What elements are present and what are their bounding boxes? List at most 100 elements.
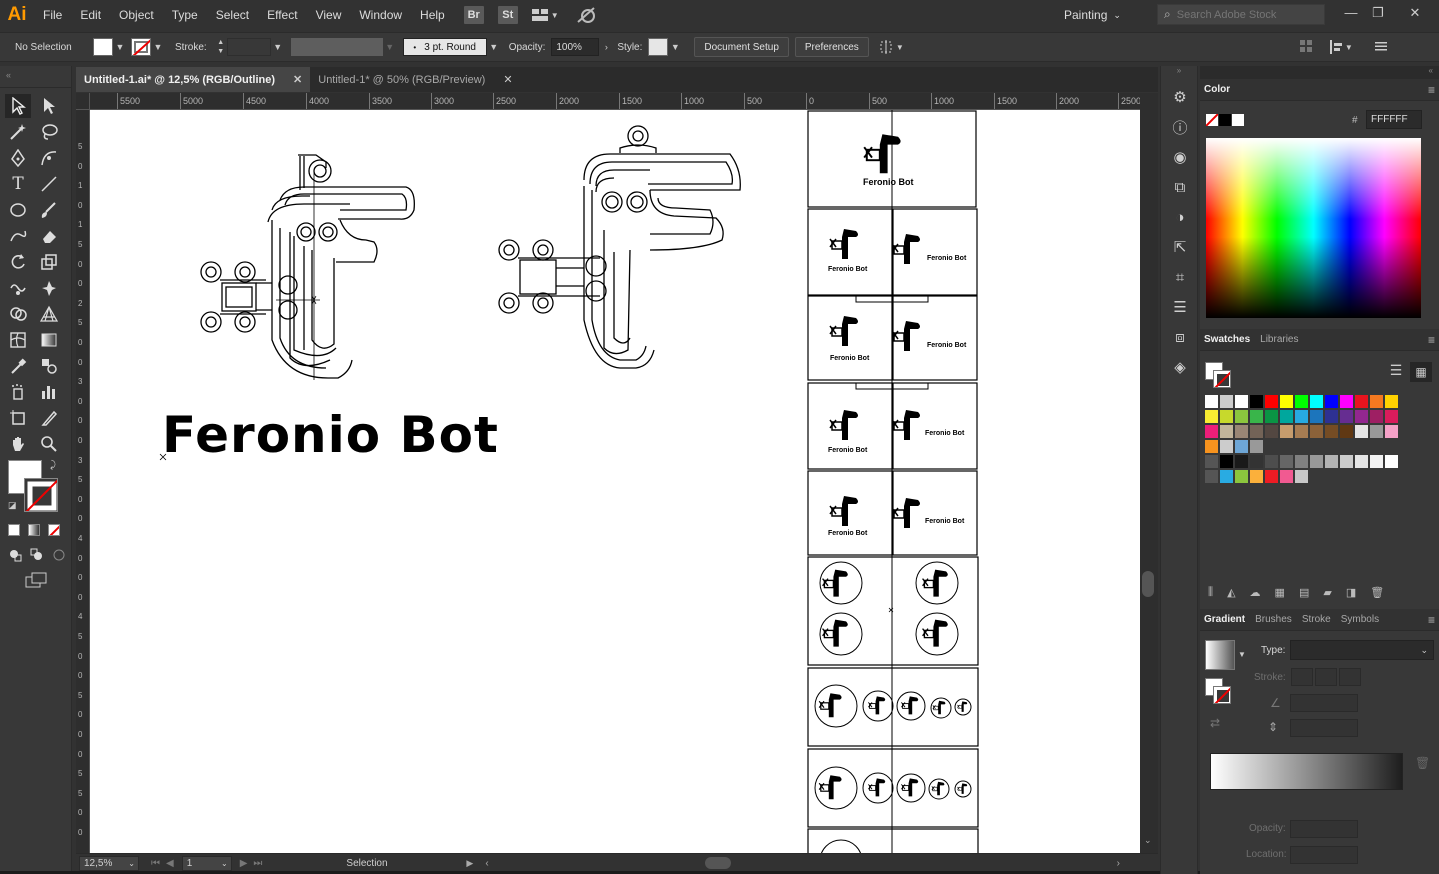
gradient-location-field[interactable]: [1290, 846, 1358, 864]
vertical-ruler[interactable]: 5 0 1 0 1 5 0 0 2 5 0 0 3 0 0 0 3 5 0 0 4 0 0 0 4 5 0 0 5 0 0 0 5 5 0 0: [76, 110, 90, 853]
color-swatch[interactable]: [1310, 425, 1323, 438]
color-swatch[interactable]: [1205, 470, 1218, 483]
gradient-preview-swatch[interactable]: [1205, 640, 1235, 670]
color-swatch[interactable]: [1325, 425, 1338, 438]
shaper-tool-icon[interactable]: [5, 224, 31, 248]
gradient-tool-icon[interactable]: [36, 328, 62, 352]
menu-file[interactable]: File: [34, 0, 71, 30]
paintbrush-tool-icon[interactable]: [36, 198, 62, 222]
width-profile-dropdown-icon[interactable]: ▼: [383, 38, 397, 56]
default-fill-stroke-icon[interactable]: ◪: [8, 500, 17, 511]
color-swatch[interactable]: [1385, 410, 1398, 423]
chevron-down-icon[interactable]: ▼: [1238, 650, 1246, 659]
line-segment-tool-icon[interactable]: [36, 172, 62, 196]
color-swatch[interactable]: [1355, 425, 1368, 438]
color-swatch[interactable]: [1220, 470, 1233, 483]
panel-menu-icon[interactable]: ≡: [1428, 613, 1435, 627]
color-swatch[interactable]: [1250, 470, 1263, 483]
draw-behind-icon[interactable]: [30, 548, 44, 562]
tab-stroke[interactable]: Stroke: [1302, 614, 1331, 625]
color-swatch[interactable]: [1205, 395, 1218, 408]
toolbar-collapse-icon[interactable]: «: [0, 66, 71, 88]
tab-brushes[interactable]: Brushes: [1255, 614, 1292, 625]
draw-normal-icon[interactable]: [8, 548, 22, 562]
zoom-tool-icon[interactable]: [36, 432, 62, 456]
color-swatch[interactable]: [1385, 395, 1398, 408]
color-swatch[interactable]: [1280, 395, 1293, 408]
menu-edit[interactable]: Edit: [71, 0, 110, 30]
blend-tool-icon[interactable]: [36, 354, 62, 378]
color-swatch[interactable]: [1205, 455, 1218, 468]
direct-selection-tool-icon[interactable]: [36, 94, 62, 118]
color-swatch[interactable]: [1295, 455, 1308, 468]
preferences-button[interactable]: Preferences: [794, 37, 869, 57]
new-color-group-icon[interactable]: ▤: [1299, 586, 1309, 599]
logo-wordmark[interactable]: Feronio Bot: [162, 406, 499, 464]
color-swatch[interactable]: [1220, 395, 1233, 408]
scroll-left-icon[interactable]: ‹: [485, 858, 488, 869]
reverse-gradient-icon[interactable]: ⇄: [1210, 716, 1220, 730]
shape-builder-tool-icon[interactable]: [5, 302, 31, 326]
color-swatch[interactable]: [1310, 395, 1323, 408]
brush-dropdown-icon[interactable]: ▼: [487, 38, 501, 56]
eyedropper-tool-icon[interactable]: [5, 354, 31, 378]
chevron-down-icon[interactable]: ⌄: [1144, 835, 1152, 846]
gradient-opacity-field[interactable]: [1290, 820, 1358, 838]
bridge-button[interactable]: Br: [463, 6, 484, 24]
color-swatch[interactable]: [1280, 425, 1293, 438]
stroke-dropdown-icon[interactable]: ▼: [151, 38, 165, 56]
color-swatch[interactable]: [1340, 425, 1353, 438]
menu-effect[interactable]: Effect: [258, 0, 306, 30]
color-mode-icon[interactable]: [8, 524, 20, 536]
color-swatch[interactable]: [1385, 425, 1398, 438]
color-swatch[interactable]: [1220, 440, 1233, 453]
color-swatch[interactable]: [1310, 410, 1323, 423]
stroke-color-box[interactable]: [1213, 370, 1231, 388]
eraser-tool-icon[interactable]: [36, 224, 62, 248]
color-swatch[interactable]: [1265, 395, 1278, 408]
color-swatch[interactable]: [1310, 455, 1323, 468]
menu-object[interactable]: Object: [110, 0, 163, 30]
gradient-fill-stroke[interactable]: [1205, 678, 1233, 706]
color-swatch[interactable]: [1325, 455, 1338, 468]
document-setup-button[interactable]: Document Setup: [694, 37, 789, 57]
color-panel-header[interactable]: Color ≡: [1200, 79, 1439, 101]
tab-swatches[interactable]: Swatches: [1204, 334, 1250, 345]
variable-width-profile[interactable]: [290, 38, 383, 56]
color-swatch[interactable]: [1340, 455, 1353, 468]
gradient-slider[interactable]: [1210, 753, 1403, 790]
restore-button[interactable]: ❐: [1368, 4, 1388, 22]
horizontal-scroll-thumb[interactable]: [704, 857, 731, 869]
horizontal-ruler[interactable]: 5500 5000 4500 4000 3500 3000 2500 2000 …: [90, 93, 1140, 110]
panel-menu-icon[interactable]: ≡: [1428, 83, 1435, 97]
artboard-canvas[interactable]: Feronio Bot Feronio Bot Feronio Bot Fero…: [90, 110, 1140, 853]
tab-untitled-1-preview[interactable]: Untitled-1* @ 50% (RGB/Preview) ✕: [310, 67, 520, 92]
workspace-switcher[interactable]: Painting ⌄: [1064, 6, 1144, 24]
ruler-origin[interactable]: [76, 93, 90, 110]
color-swatch[interactable]: [1295, 470, 1308, 483]
list-view-icon[interactable]: ☰: [1386, 362, 1406, 382]
color-swatch[interactable]: [1235, 395, 1248, 408]
stroke-swatch[interactable]: [131, 38, 151, 56]
mesh-tool-icon[interactable]: [5, 328, 31, 352]
appearance-icon[interactable]: ◉: [1167, 144, 1193, 170]
color-swatch[interactable]: [1250, 425, 1263, 438]
white-swatch[interactable]: [1232, 114, 1244, 126]
opacity-field[interactable]: 100%: [551, 38, 600, 56]
symbol-sprayer-tool-icon[interactable]: [5, 380, 31, 404]
new-swatch-icon[interactable]: ◨: [1346, 586, 1356, 599]
hex-color-field[interactable]: FFFFFF: [1366, 110, 1422, 129]
gradient-mode-icon[interactable]: [28, 524, 40, 536]
close-icon[interactable]: ✕: [293, 73, 302, 86]
color-swatch[interactable]: [1370, 410, 1383, 423]
color-swatch[interactable]: [1220, 455, 1233, 468]
color-swatch[interactable]: [1235, 440, 1248, 453]
stock-search-input[interactable]: [1176, 8, 1317, 21]
menu-view[interactable]: View: [307, 0, 351, 30]
color-swatch[interactable]: [1355, 410, 1368, 423]
color-swatch[interactable]: [1295, 425, 1308, 438]
lasso-tool-icon[interactable]: [36, 120, 62, 144]
color-swatch[interactable]: [1235, 410, 1248, 423]
color-swatch[interactable]: [1355, 395, 1368, 408]
color-swatch[interactable]: [1235, 455, 1248, 468]
